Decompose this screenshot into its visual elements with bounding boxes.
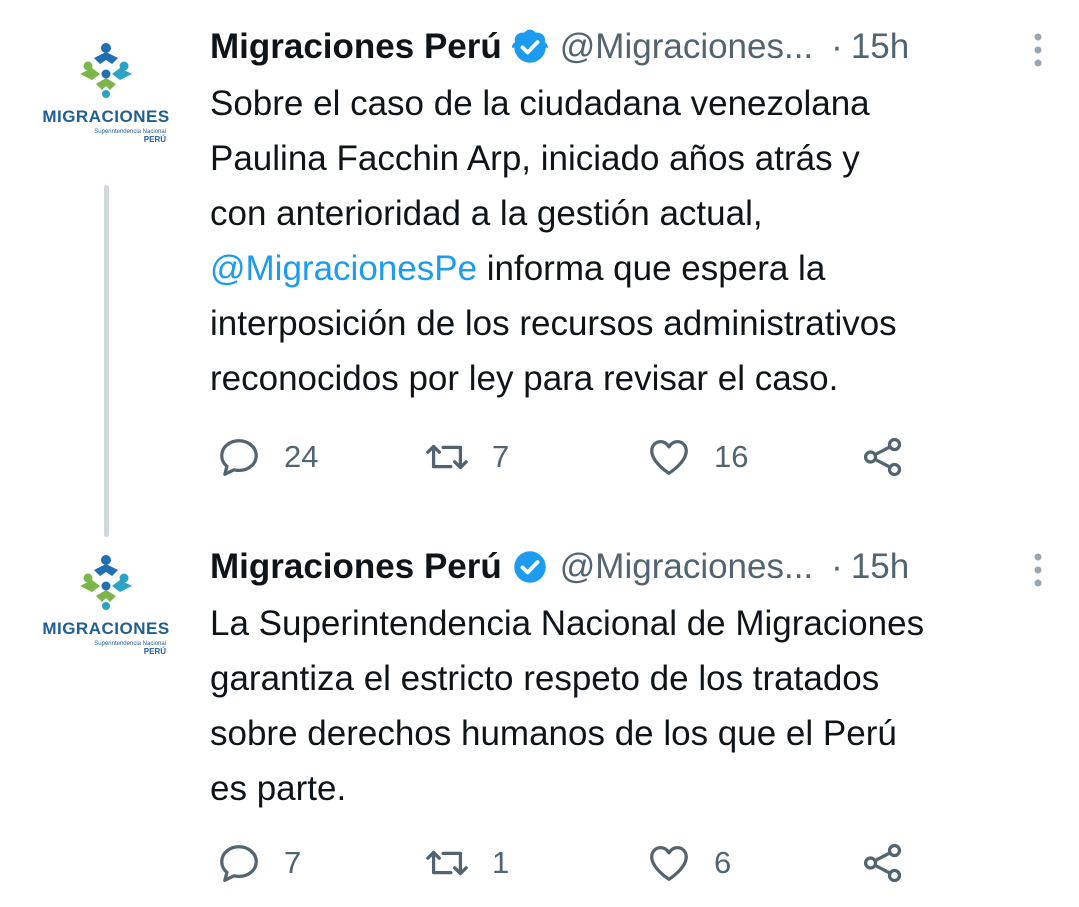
author-name[interactable]: Migraciones Perú (210, 27, 502, 67)
separator-dot: · (831, 27, 843, 66)
author-handle[interactable]: @Migraciones... (560, 27, 813, 67)
migraciones-logo-icon: MIGRACIONES Superintendencia Nacional PE… (42, 43, 169, 144)
logo-country: PERÚ (144, 647, 166, 656)
tweet-content: Migraciones Perú @Migraciones... · 15h S… (210, 18, 1049, 406)
verified-badge-icon (514, 551, 546, 583)
share-button[interactable] (860, 840, 906, 886)
share-icon (863, 437, 902, 477)
reply-icon (220, 845, 258, 882)
tweet-header: Migraciones Perú @Migraciones... · 15h (210, 18, 1049, 76)
heart-icon (650, 846, 688, 881)
retweet-button[interactable]: 7 (424, 434, 509, 480)
tweet-content: Migraciones Perú @Migraciones... · 15h L… (210, 538, 1049, 816)
reply-button[interactable]: 7 (216, 840, 301, 886)
author-name[interactable]: Migraciones Perú (210, 547, 502, 587)
author-handle[interactable]: @Migraciones... (560, 547, 813, 587)
tweet-text: Sobre el caso de la ciudadana venezolana… (210, 76, 1049, 406)
migraciones-logo-icon: MIGRACIONES Superintendencia Nacional PE… (42, 555, 169, 656)
retweet-count: 1 (492, 845, 510, 880)
reply-count: 24 (284, 439, 319, 474)
heart-icon (650, 440, 688, 475)
logo-wordmark: MIGRACIONES (42, 107, 169, 126)
tweet-header: Migraciones Perú @Migraciones... · 15h (210, 538, 1049, 596)
reply-button[interactable]: 24 (216, 434, 318, 480)
logo-country: PERÚ (144, 135, 166, 144)
tweet[interactable]: MIGRACIONES Superintendencia Nacional PE… (0, 530, 1079, 907)
tweet[interactable]: MIGRACIONES Superintendencia Nacional PE… (0, 0, 1079, 537)
share-button[interactable] (860, 434, 906, 480)
like-count: 16 (714, 439, 749, 474)
retweet-icon (426, 850, 468, 876)
more-options-icon[interactable] (1033, 32, 1043, 68)
reply-count: 7 (284, 845, 302, 880)
more-options-icon[interactable] (1033, 552, 1043, 588)
tweet-text-part: Sobre el caso de la ciudadana venezolana… (210, 84, 870, 233)
share-icon (863, 843, 902, 883)
separator-dot: · (831, 547, 843, 586)
thread-line (104, 185, 109, 537)
retweet-count: 7 (492, 439, 510, 474)
reply-icon (220, 439, 258, 476)
retweet-button[interactable]: 1 (424, 840, 509, 886)
logo-wordmark: MIGRACIONES (42, 619, 169, 638)
tweet-timestamp[interactable]: 15h (851, 27, 909, 67)
tweet-timestamp[interactable]: 15h (851, 547, 909, 587)
mention-link[interactable]: @MigracionesPe (210, 249, 477, 288)
verified-badge-icon (511, 29, 548, 63)
avatar[interactable]: MIGRACIONES Superintendencia Nacional PE… (36, 550, 176, 660)
like-button[interactable]: 16 (646, 434, 748, 480)
avatar[interactable]: MIGRACIONES Superintendencia Nacional PE… (36, 38, 176, 148)
like-count: 6 (714, 845, 732, 880)
like-button[interactable]: 6 (646, 840, 731, 886)
tweet-text: La Superintendencia Nacional de Migracio… (210, 604, 925, 808)
retweet-icon (426, 444, 468, 470)
